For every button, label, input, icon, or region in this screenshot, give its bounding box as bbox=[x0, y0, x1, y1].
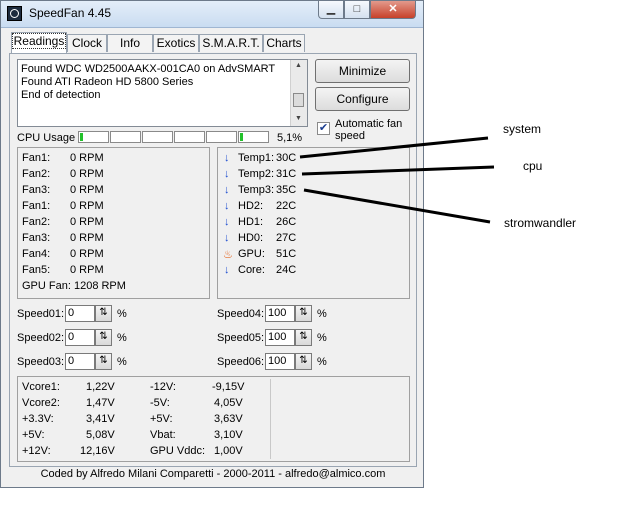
annotation-line-cpu bbox=[301, 165, 495, 176]
annotation-line-system bbox=[299, 136, 489, 159]
tab-readings[interactable]: Readings bbox=[11, 32, 67, 53]
annotation-cpu: cpu bbox=[523, 159, 543, 173]
annotation-stromwandler: stromwandler bbox=[504, 216, 577, 230]
annotation-lines bbox=[299, 136, 495, 224]
annotation-system: system bbox=[503, 122, 542, 136]
annotation-line-stromwandler bbox=[303, 188, 491, 224]
